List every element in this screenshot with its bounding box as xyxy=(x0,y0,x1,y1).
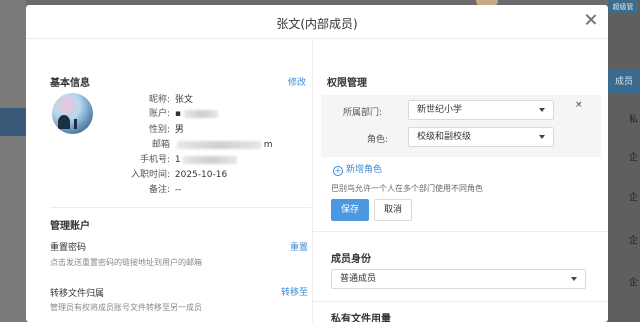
phone-label: 手机号: xyxy=(139,155,170,165)
background-cell: 企 xyxy=(628,193,638,203)
email-value: m xyxy=(263,140,273,150)
background-column-header: 私 xyxy=(628,115,638,125)
modal-header: 张文(内部成员) xyxy=(26,5,608,39)
plus-circle-icon: + xyxy=(333,166,343,176)
right-column: 权限管理 所属部门: 新世纪小学 角色: 校级和副校级 × + 新增角色 巴别鸟允… xyxy=(312,40,608,322)
role-label: 角色: xyxy=(367,135,389,145)
remark-label: 备注: xyxy=(148,185,170,195)
avatar xyxy=(52,93,93,134)
role-entry-box: 所属部门: 新世纪小学 角色: 校级和副校级 × xyxy=(321,95,601,157)
member-identity-select[interactable]: 普通成员 xyxy=(331,269,586,289)
remove-role-icon[interactable]: × xyxy=(575,100,583,110)
save-button[interactable]: 保存 xyxy=(331,199,369,221)
redacted-phone xyxy=(183,155,238,164)
info-row-hire-date: 入职时间: 2025-10-16 xyxy=(116,169,227,182)
info-row-account: 账户: ▪ xyxy=(116,108,218,121)
permissions-heading: 权限管理 xyxy=(327,78,367,89)
divider xyxy=(313,231,608,232)
multi-role-hint: 巴别鸟允许一个人在多个部门使用不同角色 xyxy=(331,184,483,193)
background-cell: 企 xyxy=(628,236,638,246)
reset-password-title: 重置密码 xyxy=(50,243,87,253)
reset-password-link[interactable]: 重置 xyxy=(290,240,308,253)
info-row-email: 邮箱 m xyxy=(116,139,273,152)
account-mgmt-heading: 管理账户 xyxy=(50,221,90,232)
divider xyxy=(313,301,608,302)
background-cell: 企 xyxy=(628,153,638,163)
modal-title: 张文(内部成员) xyxy=(276,17,358,31)
info-row-phone: 手机号: 1 xyxy=(116,154,238,167)
hire-date-label: 入职时间: xyxy=(130,170,170,180)
background-members-tab: 成员 xyxy=(608,70,640,94)
info-row-nickname: 昵称: 张文 xyxy=(116,94,193,107)
info-row-gender: 性别: 男 xyxy=(116,124,184,137)
role-select-value: 校级和副校级 xyxy=(417,132,472,142)
reset-password-desc: 点击发送重置密码的链接地址到用户的邮箱 xyxy=(50,258,202,267)
role-select[interactable]: 校级和副校级 xyxy=(408,127,554,147)
transfer-files-title: 转移文件归属 xyxy=(50,289,105,299)
gender-label: 性别: xyxy=(148,125,170,135)
background-top-badge: 超级管 xyxy=(608,0,638,14)
email-label: 邮箱 xyxy=(151,140,170,150)
background-right-panel: 超级管 成员 私 企 企 企 企 xyxy=(608,0,640,322)
private-files-heading: 私有文件用量 xyxy=(331,314,391,322)
basic-info-heading: 基本信息 xyxy=(50,78,90,89)
edit-link[interactable]: 修改 xyxy=(288,75,306,88)
close-icon[interactable] xyxy=(583,12,599,28)
gender-value: 男 xyxy=(174,125,184,135)
background-selected-row xyxy=(0,108,26,136)
nickname-value: 张文 xyxy=(174,95,193,105)
dept-label: 所属部门: xyxy=(343,108,383,118)
transfer-files-desc: 管理员有权将成员账号文件转移至另一成员 xyxy=(50,303,202,312)
redacted-email xyxy=(176,140,261,149)
account-label: 账户: xyxy=(148,109,170,119)
transfer-files-link[interactable]: 转移至 xyxy=(281,285,308,298)
phone-value: 1 xyxy=(174,155,181,165)
add-role-label: 新增角色 xyxy=(346,165,383,175)
member-identity-heading: 成员身份 xyxy=(331,254,371,265)
member-identity-value: 普通成员 xyxy=(340,274,377,284)
info-row-remark: 备注: -- xyxy=(116,184,181,197)
account-value: ▪ xyxy=(174,109,181,119)
hire-date-value: 2025-10-16 xyxy=(174,170,228,180)
nickname-label: 昵称: xyxy=(148,95,170,105)
chevron-down-icon xyxy=(539,108,545,112)
dept-select[interactable]: 新世纪小学 xyxy=(408,100,554,120)
redacted-account xyxy=(183,109,218,118)
left-column: 基本信息 修改 昵称: 张文 账户: ▪ 性别: 男 邮箱 m 手机号: 1 入… xyxy=(26,40,311,322)
chevron-down-icon xyxy=(539,135,545,139)
chevron-down-icon xyxy=(571,277,577,281)
avatar-silhouette xyxy=(58,115,70,129)
background-cell: 企 xyxy=(628,278,638,288)
member-detail-modal: 张文(内部成员) 基本信息 修改 昵称: 张文 账户: ▪ 性别: 男 邮箱 m xyxy=(26,5,608,322)
avatar-figure xyxy=(74,119,77,129)
background-left-panel xyxy=(0,0,26,322)
add-role-link[interactable]: + 新增角色 xyxy=(333,162,382,176)
dept-select-value: 新世纪小学 xyxy=(417,105,463,115)
remark-value: -- xyxy=(174,185,182,195)
divider xyxy=(50,207,311,208)
cancel-button[interactable]: 取消 xyxy=(374,199,412,221)
